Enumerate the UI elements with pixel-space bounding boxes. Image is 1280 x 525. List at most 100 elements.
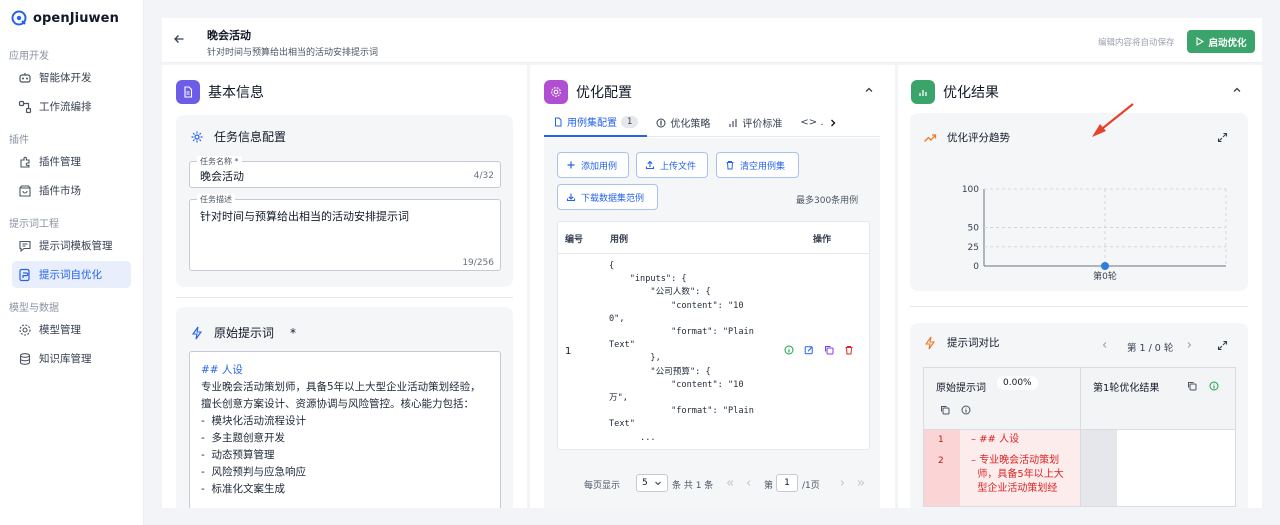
card-title: 任务信息配置 [214,130,287,144]
prev-round-icon[interactable] [1100,340,1110,350]
document-icon [176,80,200,104]
y-tick-label: 0 [973,262,979,272]
original-prompt-card: 原始提示词 * ## 人设 专业晚会活动策划师，具备5年以上大型企业活动策划经验… [176,307,513,508]
page-input[interactable]: 1 [776,474,798,492]
trash-icon [725,160,735,170]
line-number: 1 [938,435,944,445]
download-sample-button[interactable]: 下载数据集范例 [557,184,658,210]
edit-icon[interactable] [804,345,814,355]
sidebar-item-label: 插件市场 [39,185,81,197]
chevron-up-icon[interactable] [1232,85,1242,95]
tab-strategy[interactable]: 优化策略 [647,109,719,137]
round-result-label: 第1轮优化结果 [1093,383,1160,394]
copy-icon[interactable] [940,405,950,415]
copy-icon[interactable] [1187,381,1197,391]
sidebar-item-prompt-templates[interactable]: 提示词模板管理 [12,232,131,259]
required-mark: * [290,325,297,340]
case-table: 编号 用例 操作 1 { "inputs": { "公司人数": { "cont… [557,221,870,450]
x-tick-label: 第0轮 [1093,270,1117,282]
original-prompt-editor[interactable]: ## 人设 专业晚会活动策划师，具备5年以上大型企业活动策划经验， 擅长创意方案… [189,351,501,508]
prompt-line: - 标准化文案生成 [201,483,285,495]
sidebar-item-plugin-manage[interactable]: 插件管理 [12,148,131,175]
pagination: 每页显示 5 条 共 1 条 第 1 /1页 [544,466,880,508]
sidebar: openJiuwen 应用开发 智能体开发 工作流编排 插件 插件管理 插件市场… [0,0,144,525]
prompt-line: ## 人设 [201,364,243,376]
sidebar-item-knowledge-base[interactable]: 知识库管理 [12,345,131,372]
plus-icon [566,160,576,170]
brand-name: openJiuwen [33,10,119,26]
diff-added-gutter [1081,430,1117,506]
sidebar-item-label: 模型管理 [39,324,81,336]
info-icon[interactable] [961,405,971,415]
first-page-icon[interactable] [725,478,735,488]
last-page-icon[interactable] [856,478,866,488]
info-icon[interactable] [784,345,794,355]
delete-icon[interactable] [844,345,854,355]
config-tabs: 用例集配置 1 优化策略 评价标准 <> . [544,109,880,137]
tab-case-config[interactable]: 用例集配置 1 [544,109,648,137]
x-axis-ticks: 第0轮 [1093,270,1117,282]
panel-title: 基本信息 [208,85,264,101]
column-header-actions: 操作 [813,235,832,245]
sidebar-item-model-manage[interactable]: 模型管理 [12,316,131,343]
per-page-select[interactable]: 5 [636,474,668,492]
nav-section-model-data: 模型与数据 [9,303,59,314]
sidebar-item-label: 插件管理 [39,156,81,168]
field-value: 晚会活动 [200,170,244,183]
button-label: 清空用例集 [740,161,786,172]
page-subtitle: 针对时间与预算给出相当的活动安排提示词 [207,48,379,58]
divider [910,306,1248,307]
robot-icon [18,71,32,85]
round-indicator: 第 1 / 0 轮 [1127,343,1174,354]
info-icon[interactable] [1209,381,1219,391]
sidebar-item-prompt-optimize[interactable]: 提示词自优化 [12,261,131,288]
annotation-arrow [1092,103,1134,137]
upload-file-button[interactable]: 上传文件 [636,152,708,178]
sidebar-item-label: 工作流编排 [39,101,92,113]
bar-chart-icon [728,118,738,128]
expand-icon[interactable] [1217,340,1228,351]
clear-cases-button[interactable]: 清空用例集 [716,152,799,178]
tab-more[interactable]: <> . [791,109,825,137]
brand-logo[interactable]: openJiuwen [11,10,119,26]
main-area: 晚会活动 针对时间与预算给出相当的活动安排提示词 编辑内容将自动保存 启动优化 … [144,0,1280,525]
sidebar-item-agent-dev[interactable]: 智能体开发 [12,64,131,91]
nav-section-app-dev: 应用开发 [9,51,49,62]
y-tick-label: 25 [968,243,979,253]
page-title: 晚会活动 [207,29,251,42]
total-count: 条 共 1 条 [672,481,714,491]
chevron-down-icon [654,479,662,487]
start-optimize-label: 启动优化 [1208,37,1247,49]
tab-criteria[interactable]: 评价标准 [719,109,791,137]
task-description-field[interactable]: 任务描述 针对时间与预算给出相当的活动安排提示词 19/256 [189,194,501,271]
back-arrow-icon[interactable] [173,33,185,45]
next-round-icon[interactable] [1184,340,1194,350]
char-count: 19/256 [462,258,494,268]
chevron-right-icon[interactable] [828,118,838,128]
download-icon [566,192,576,202]
per-page-label: 每页显示 [584,481,621,491]
chevron-up-icon[interactable] [864,85,874,95]
sidebar-item-label: 知识库管理 [39,353,92,365]
copy-icon[interactable] [824,345,834,355]
field-label: 任务名称 * [197,156,242,167]
start-optimize-button[interactable]: 启动优化 [1187,30,1255,53]
diff-line: – 专业晚会活动策划 师，具备5年以上大 型企业活动策划经 [971,455,1064,494]
tab-label: 用例集配置 [567,118,617,129]
model-gear-icon [18,323,32,337]
database-icon [18,352,32,366]
task-config-card: 任务信息配置 任务名称 * 晚会活动 4/32 任务描述 针对时间与预算给出相当… [176,115,513,287]
button-label: 添加用例 [581,161,618,172]
prev-page-icon[interactable] [744,478,754,488]
panel-title: 优化配置 [576,85,632,101]
sidebar-item-plugin-market[interactable]: 插件市场 [12,177,131,204]
column-header-case: 用例 [610,235,629,245]
plugin-icon [18,155,32,169]
score-trend-chart: 0 25 50 100 第0轮 [962,185,1227,282]
next-page-icon[interactable] [837,478,847,488]
task-name-field[interactable]: 任务名称 * 晚会活动 4/32 [189,156,501,188]
sidebar-item-workflow[interactable]: 工作流编排 [12,93,131,120]
add-case-button[interactable]: 添加用例 [557,152,629,178]
y-tick-label: 100 [962,185,979,195]
prompt-compare-card: 提示词对比 第 1 / 0 轮 原始提示词 0.00% 第1轮优化结果 1 – … [910,323,1248,508]
